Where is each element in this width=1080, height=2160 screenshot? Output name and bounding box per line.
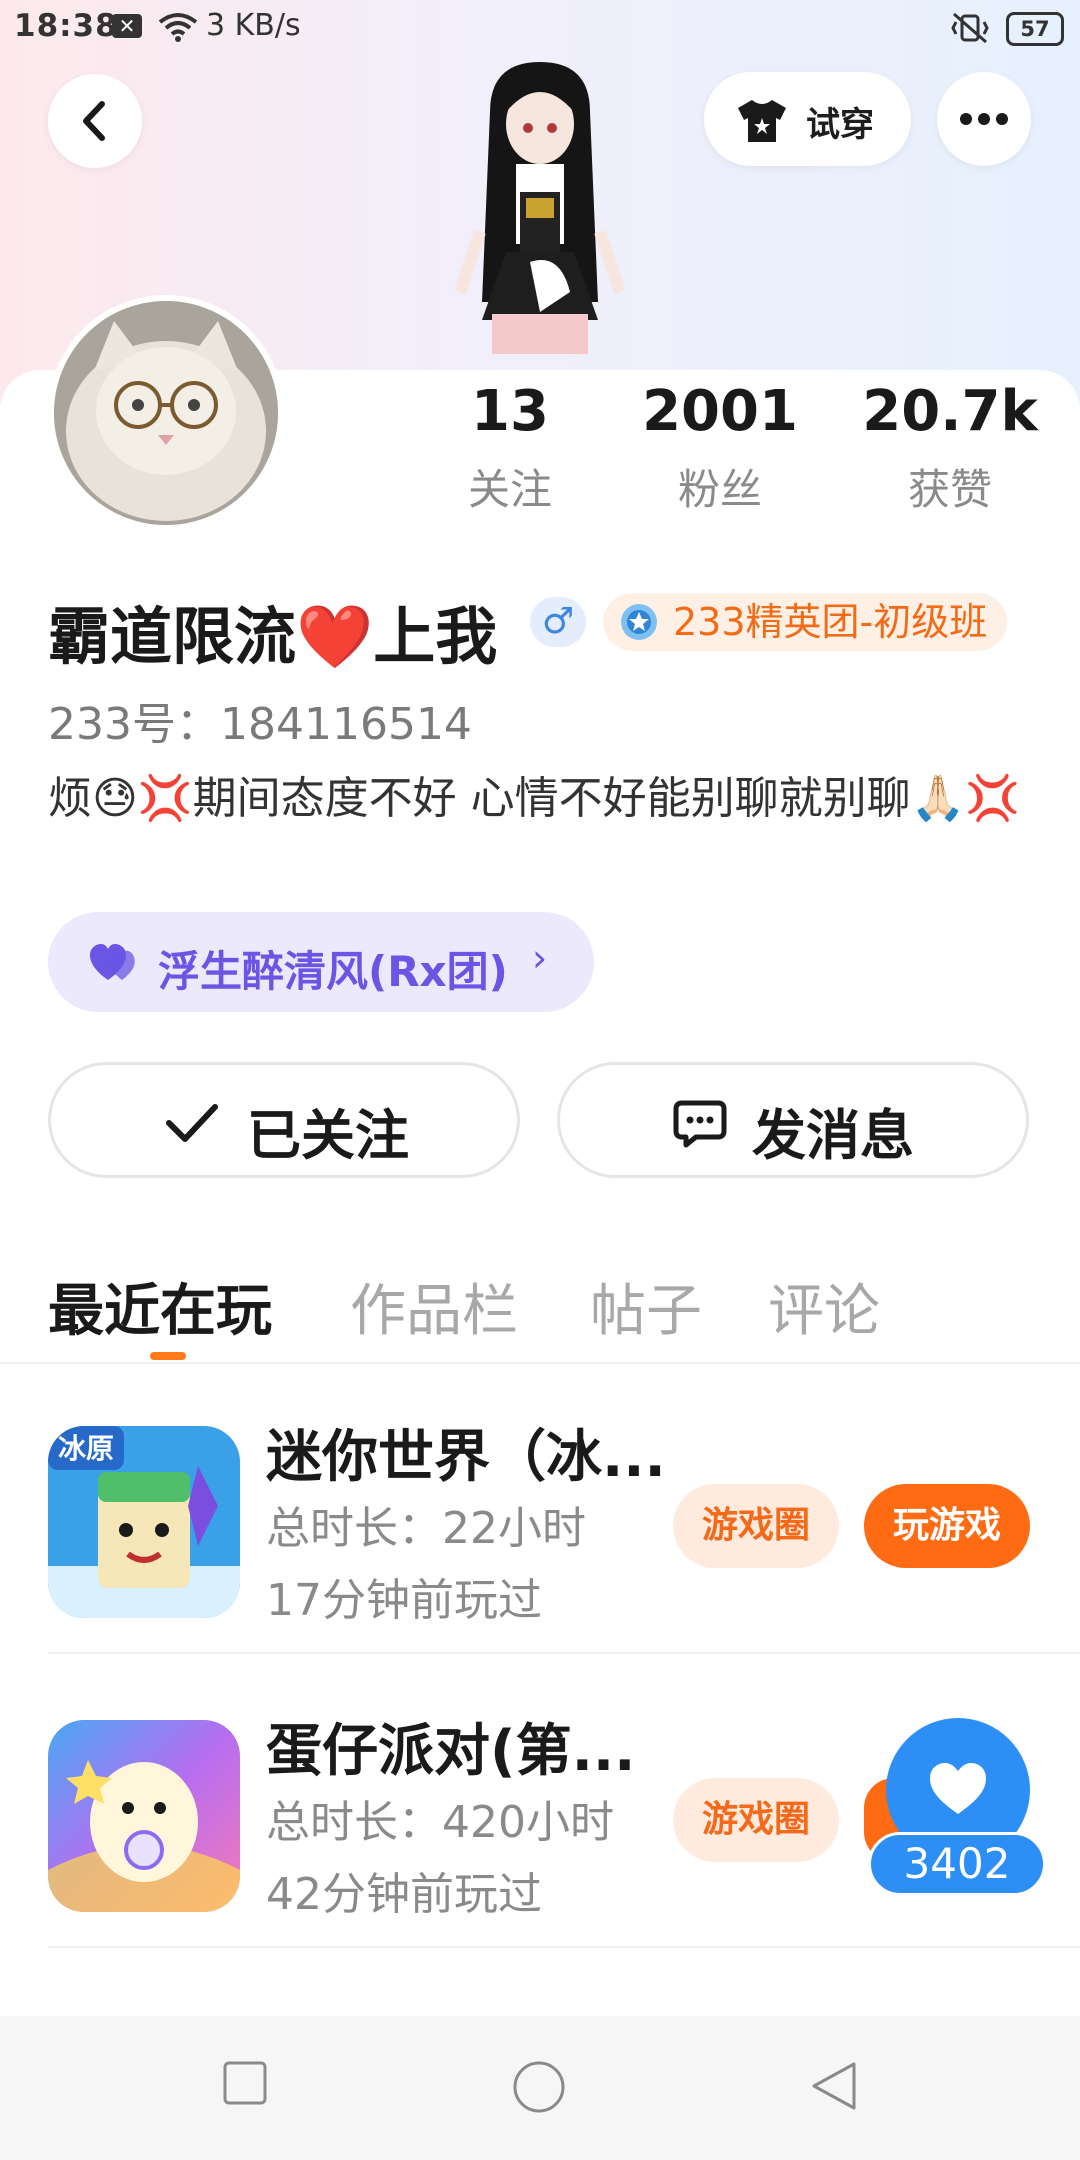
following-stat[interactable]: 13 关注 <box>400 380 620 517</box>
nickname: 霸道限流❤️上我 <box>48 600 498 673</box>
battery-indicator: 57 <box>1006 12 1064 46</box>
heart-icon <box>930 1763 986 1814</box>
game-last-played: 17分钟前玩过 <box>266 1575 542 1626</box>
medal-icon <box>621 604 657 640</box>
tshirt-icon <box>738 100 786 142</box>
status-time: 18:38 <box>14 8 118 44</box>
profile-tabs: 最近在玩 作品栏 帖子 评论 <box>0 1258 1080 1364</box>
message-button[interactable]: 发消息 <box>557 1062 1029 1178</box>
row-divider <box>48 1946 1080 1948</box>
chat-bubble-icon <box>673 1100 727 1148</box>
check-icon <box>166 1104 218 1142</box>
tab-posts[interactable]: 帖子 <box>590 1266 702 1347</box>
status-bar: 18:38 ✕ 3 KB/s 57 <box>0 0 1080 56</box>
back-nav-icon[interactable] <box>810 2060 858 2112</box>
tab-works[interactable]: 作品栏 <box>350 1266 518 1347</box>
game-circle-button[interactable]: 游戏圈 <box>673 1484 839 1568</box>
avatar[interactable] <box>48 295 284 531</box>
gender-male-icon: ♂ <box>530 597 586 647</box>
wifi-icon <box>158 13 198 42</box>
likes-stat[interactable]: 20.7k 获赞 <box>840 380 1060 517</box>
game-title: 迷你世界（冰... <box>266 1425 666 1490</box>
follow-button[interactable]: 已关注 <box>48 1062 520 1178</box>
follow-label: 已关注 <box>247 1104 409 1167</box>
fans-label: 粉丝 <box>677 465 762 514</box>
cat-avatar-image <box>54 301 278 525</box>
more-button[interactable] <box>937 72 1031 166</box>
game-title: 蛋仔派对(第... <box>266 1719 636 1784</box>
game-duration: 总时长：420小时 <box>266 1797 614 1848</box>
chevron-right-icon: › <box>532 936 548 980</box>
message-label: 发消息 <box>752 1104 914 1167</box>
following-label: 关注 <box>467 465 552 514</box>
group-name: 浮生醉清风(Rx团) <box>158 947 508 996</box>
row-divider <box>48 1652 1080 1654</box>
vibrate-icon <box>951 12 989 44</box>
icon-badge-text: 冰原 <box>58 1432 114 1465</box>
game-icon-eggy-party[interactable] <box>48 1720 240 1912</box>
user-bio: 烦😓💢期间态度不好 心情不好能别聊就别聊🙏🏻💢 <box>48 773 1021 824</box>
group-chip[interactable]: 浮生醉清风(Rx团) › <box>48 912 594 1012</box>
more-icon <box>960 113 1008 125</box>
rank-badge[interactable]: 233精英团-初级班 <box>603 593 1008 651</box>
try-on-button[interactable]: 试穿 <box>704 72 911 166</box>
following-count: 13 <box>471 379 549 444</box>
home-icon[interactable] <box>512 2060 566 2114</box>
fans-stat[interactable]: 2001 粉丝 <box>610 380 830 517</box>
play-game-button[interactable]: 玩游戏 <box>864 1484 1030 1568</box>
likes-count: 20.7k <box>862 379 1038 444</box>
system-nav-bar <box>0 2016 1080 2160</box>
floating-like-button[interactable]: 3402 <box>868 1718 1046 1896</box>
chevron-left-icon <box>83 101 105 141</box>
tab-comments[interactable]: 评论 <box>768 1266 880 1347</box>
tab-recently-played[interactable]: 最近在玩 <box>48 1266 272 1347</box>
game-row[interactable]: 冰原 迷你世界（冰... 总时长：22小时 17分钟前玩过 游戏圈 玩游戏 <box>0 1364 1080 1654</box>
back-button[interactable] <box>48 74 142 168</box>
try-on-label: 试穿 <box>806 105 874 145</box>
heart-icon <box>90 944 135 980</box>
rank-badge-label: 233精英团-初级班 <box>673 600 988 644</box>
like-count: 3402 <box>868 1832 1046 1896</box>
notification-icon: ✕ <box>112 14 142 38</box>
avatar-figure <box>420 52 660 372</box>
likes-label: 获赞 <box>907 465 992 514</box>
recents-icon[interactable] <box>222 2060 268 2106</box>
fans-count: 2001 <box>642 379 798 444</box>
network-speed: 3 KB/s <box>206 8 301 43</box>
user-id: 233号：184116514 <box>48 699 472 750</box>
game-icon-mini-world[interactable]: 冰原 <box>48 1426 240 1618</box>
game-duration: 总时长：22小时 <box>266 1503 586 1554</box>
game-circle-button[interactable]: 游戏圈 <box>673 1778 839 1862</box>
game-last-played: 42分钟前玩过 <box>266 1869 542 1920</box>
tab-indicator <box>150 1352 186 1360</box>
